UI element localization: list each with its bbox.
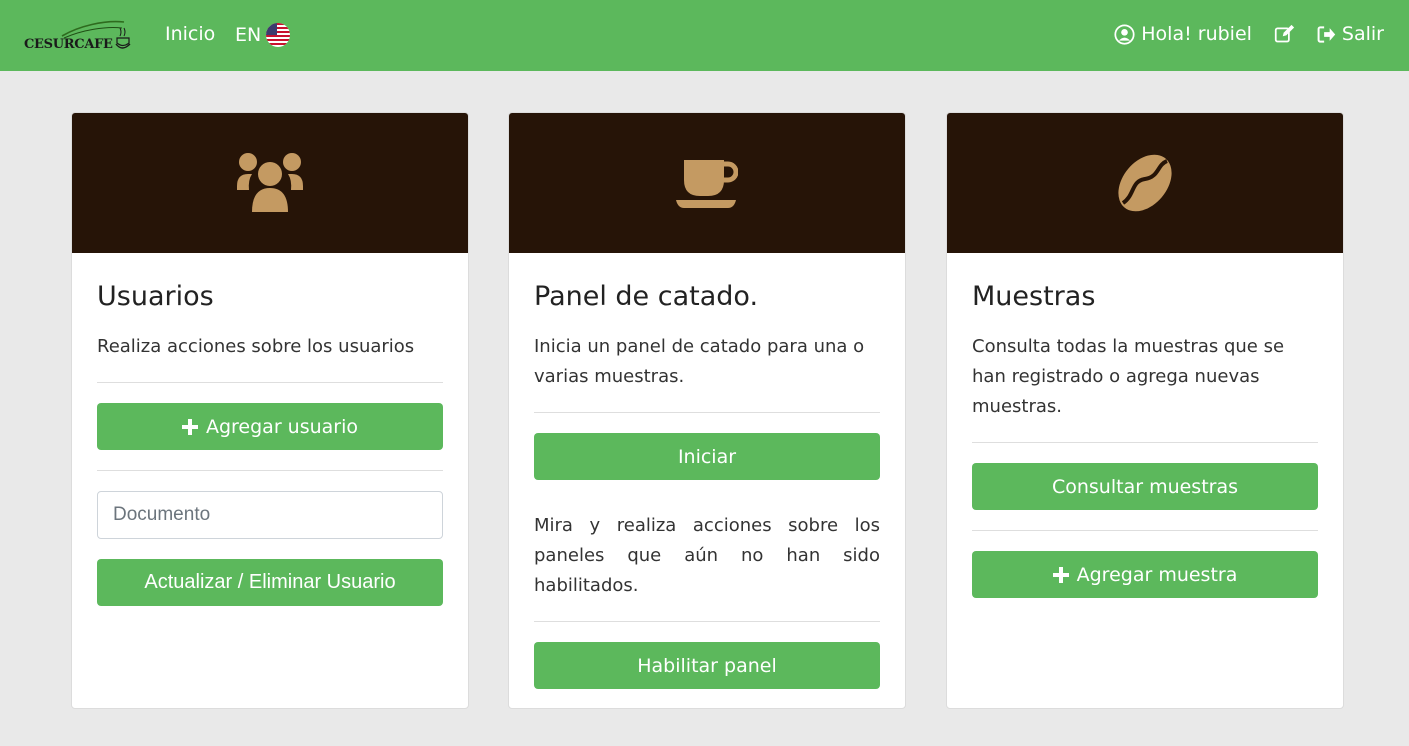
update-delete-user-button[interactable]: Actualizar / Eliminar Usuario (97, 559, 443, 606)
users-card-description: Realiza acciones sobre los usuarios (97, 336, 415, 357)
pending-panels-description: Mira y realiza acciones sobre los panele… (534, 515, 880, 596)
users-icon (237, 153, 303, 212)
divider (97, 382, 443, 383)
coffee-bean-icon (1118, 154, 1172, 212)
divider (534, 621, 880, 622)
start-panel-button[interactable]: Iniciar (534, 433, 880, 480)
divider (534, 412, 880, 413)
logo-text: CESURCAFE (24, 37, 113, 52)
user-profile-link[interactable]: Hola! rubiel (1114, 23, 1252, 45)
sign-out-icon (1317, 25, 1336, 43)
logout-link[interactable]: Salir (1317, 23, 1384, 45)
samples-card-title: Muestras (972, 281, 1096, 312)
edit-profile-button[interactable] (1274, 24, 1295, 45)
plus-icon (181, 418, 198, 435)
divider (97, 470, 443, 471)
user-nav: Hola! rubiel Salir (1114, 23, 1384, 45)
user-circle-icon (1114, 23, 1135, 45)
plus-icon (1052, 566, 1069, 583)
divider (972, 530, 1318, 531)
language-label: EN (235, 24, 262, 46)
document-input[interactable] (97, 491, 443, 539)
tasting-panel-description: Inicia un panel de catado para una o var… (534, 336, 865, 387)
add-sample-label: Agregar muestra (1076, 563, 1238, 586)
coffee-cup-icon (676, 160, 738, 208)
tasting-panel-card-title: Panel de catado. (534, 281, 759, 312)
samples-card: Muestras Consulta todas la muestras que … (946, 112, 1344, 709)
cesurcafe-logo[interactable]: CESURCAFE (24, 18, 134, 58)
us-flag-icon (266, 23, 291, 47)
samples-card-description: Consulta todas la muestras que se han re… (972, 336, 1285, 417)
users-card-title: Usuarios (97, 281, 214, 312)
add-sample-button[interactable]: Agregar muestra (972, 551, 1318, 598)
divider (972, 442, 1318, 443)
users-card: Usuarios Realiza acciones sobre los usua… (71, 112, 469, 709)
language-switch[interactable]: EN (235, 23, 291, 47)
consult-samples-button[interactable]: Consultar muestras (972, 463, 1318, 510)
users-card-header (72, 113, 468, 253)
samples-card-header (947, 113, 1343, 253)
add-user-button[interactable]: Agregar usuario (97, 403, 443, 450)
add-user-label: Agregar usuario (205, 415, 359, 438)
greeting-text: Hola! rubiel (1141, 23, 1252, 45)
nav-home-link[interactable]: Inicio (165, 23, 215, 45)
tasting-panel-card: Panel de catado. Inicia un panel de cata… (508, 112, 906, 709)
top-navbar: CESURCAFE Inicio EN Hola! rubiel Salir (0, 0, 1409, 71)
enable-panel-button[interactable]: Habilitar panel (534, 642, 880, 689)
tasting-panel-card-header (509, 113, 905, 253)
edit-icon (1274, 24, 1295, 42)
logout-label: Salir (1341, 23, 1384, 45)
